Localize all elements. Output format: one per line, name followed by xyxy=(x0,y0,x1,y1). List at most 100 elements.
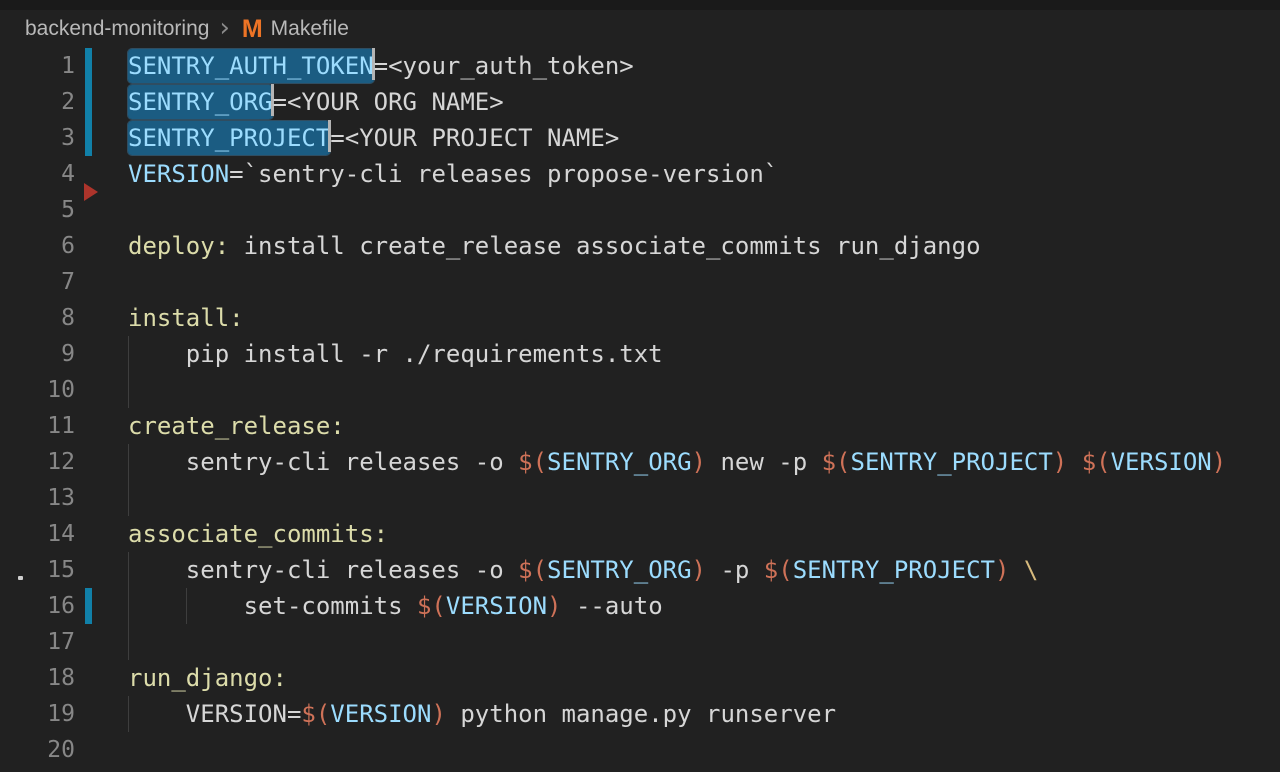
code-line[interactable]: 13 xyxy=(0,480,1280,516)
code-token: sentry-cli releases -o xyxy=(186,556,518,584)
code-token: SENTRY_PROJECT xyxy=(851,448,1053,476)
code-line[interactable]: 8 install: xyxy=(0,300,1280,336)
indent-guide xyxy=(128,336,129,372)
line-number[interactable]: 19 xyxy=(0,696,75,732)
code-line[interactable]: 11 create_release: xyxy=(0,408,1280,444)
code-token: python manage.py runserver xyxy=(446,700,836,728)
line-number[interactable]: 14 xyxy=(0,516,75,552)
code-token: create_release: xyxy=(128,412,345,440)
code-token xyxy=(1067,448,1081,476)
code-token: $( xyxy=(518,556,547,584)
code-text[interactable]: run_django: xyxy=(128,660,287,696)
line-number[interactable]: 5 xyxy=(0,192,75,228)
line-number[interactable]: 16 xyxy=(0,588,75,624)
indent-guide xyxy=(128,444,129,480)
code-token: SENTRY_PROJECT xyxy=(793,556,995,584)
code-text[interactable]: install: xyxy=(128,300,244,336)
line-number[interactable]: 3 xyxy=(0,120,75,156)
code-token: SENTRY_ORG xyxy=(547,556,692,584)
code-line[interactable]: 15 sentry-cli releases -o $(SENTRY_ORG) -… xyxy=(0,552,1280,588)
code-line[interactable]: 4 VERSION=`sentry-cli releases propose-ve… xyxy=(0,156,1280,192)
code-line[interactable]: 12 sentry-cli releases -o $(SENTRY_ORG) n… xyxy=(0,444,1280,480)
code-line[interactable]: 2 SENTRY_ORG=<YOUR ORG NAME> xyxy=(0,84,1280,120)
code-token: $( xyxy=(417,592,446,620)
code-token: ) xyxy=(431,700,445,728)
line-number[interactable]: 20 xyxy=(0,732,75,768)
code-line[interactable]: 1 SENTRY_AUTH_TOKEN=<your_auth_token> xyxy=(0,48,1280,84)
code-line[interactable]: 7 xyxy=(0,264,1280,300)
line-number[interactable]: 12 xyxy=(0,444,75,480)
code-token: deploy: xyxy=(128,232,229,260)
line-number[interactable]: 10 xyxy=(0,372,75,408)
breadcrumb: backend-monitoring › M Makefile xyxy=(0,10,1280,48)
code-text[interactable]: SENTRY_ORG=<YOUR ORG NAME> xyxy=(128,84,504,120)
code-token: install create_release associate_commits… xyxy=(229,232,980,260)
code-line[interactable]: 14 associate_commits: xyxy=(0,516,1280,552)
code-text[interactable]: SENTRY_PROJECT=<YOUR PROJECT NAME> xyxy=(128,120,619,156)
code-text[interactable]: associate_commits: xyxy=(128,516,388,552)
git-modified-gutter-bar[interactable] xyxy=(85,120,92,156)
indent-guide xyxy=(128,480,129,516)
code-token: ) xyxy=(995,556,1009,584)
vscode-editor-window: backend-monitoring › M Makefile 1 SENTRY_… xyxy=(0,0,1280,772)
code-line[interactable]: 5 xyxy=(0,192,1280,228)
line-number[interactable]: 13 xyxy=(0,480,75,516)
code-line[interactable]: 20 xyxy=(0,732,1280,768)
indent-guide xyxy=(128,696,129,732)
code-token: $( xyxy=(518,448,547,476)
code-token: ) xyxy=(692,448,706,476)
breadcrumb-file[interactable]: Makefile xyxy=(271,17,349,41)
code-token: $( xyxy=(822,448,851,476)
code-line[interactable]: 6 deploy: install create_release associat… xyxy=(0,228,1280,264)
code-editor[interactable]: 1 SENTRY_AUTH_TOKEN=<your_auth_token> 2 SEN… xyxy=(0,48,1280,768)
code-token: VERSION xyxy=(330,700,431,728)
code-token: VERSION xyxy=(128,160,229,188)
line-number[interactable]: 11 xyxy=(0,408,75,444)
code-line[interactable]: 10 xyxy=(0,372,1280,408)
code-text[interactable]: create_release: xyxy=(128,408,345,444)
code-line[interactable]: 9 pip install -r ./requirements.txt xyxy=(0,336,1280,372)
line-number[interactable]: 8 xyxy=(0,300,75,336)
git-modified-gutter-bar[interactable] xyxy=(85,84,92,120)
code-token: run_django: xyxy=(128,664,287,692)
code-line[interactable]: 19 VERSION=$(VERSION) python manage.py ru… xyxy=(0,696,1280,732)
git-deleted-lines-icon[interactable] xyxy=(84,183,98,201)
line-number[interactable]: 17 xyxy=(0,624,75,660)
line-number[interactable]: 2 xyxy=(0,84,75,120)
code-line[interactable]: 18 run_django: xyxy=(0,660,1280,696)
code-text[interactable]: sentry-cli releases -o $(SENTRY_ORG) new… xyxy=(186,444,1226,480)
code-text[interactable]: SENTRY_AUTH_TOKEN=<your_auth_token> xyxy=(128,48,634,84)
git-modified-gutter-bar[interactable] xyxy=(85,48,92,84)
line-number[interactable]: 18 xyxy=(0,660,75,696)
code-line[interactable]: 17 xyxy=(0,624,1280,660)
code-token: $( xyxy=(301,700,330,728)
selected-text: SENTRY_PROJECT xyxy=(128,121,330,155)
git-modified-gutter-bar[interactable] xyxy=(85,588,92,624)
code-token: ) xyxy=(547,592,561,620)
code-text[interactable]: VERSION=$(VERSION) python manage.py runs… xyxy=(186,696,836,732)
code-token xyxy=(1009,556,1023,584)
indent-guide xyxy=(128,372,129,408)
line-number[interactable]: 4 xyxy=(0,156,75,192)
code-token: ) xyxy=(1212,448,1226,476)
code-token: ) xyxy=(692,556,706,584)
selected-text: SENTRY_AUTH_TOKEN xyxy=(128,49,374,83)
chevron-right-icon: › xyxy=(219,18,229,38)
code-text[interactable]: VERSION=`sentry-cli releases propose-ver… xyxy=(128,156,778,192)
line-number[interactable]: 9 xyxy=(0,336,75,372)
line-number[interactable]: 1 xyxy=(0,48,75,84)
code-text[interactable]: pip install -r ./requirements.txt xyxy=(186,336,663,372)
code-token: $( xyxy=(764,556,793,584)
code-line[interactable]: 16 set-commits $(VERSION) --auto xyxy=(0,588,1280,624)
code-text[interactable]: sentry-cli releases -o $(SENTRY_ORG) -p … xyxy=(186,552,1039,588)
code-text[interactable]: set-commits $(VERSION) --auto xyxy=(244,588,663,624)
code-text[interactable]: deploy: install create_release associate… xyxy=(128,228,981,264)
code-line[interactable]: 3 SENTRY_PROJECT=<YOUR PROJECT NAME> xyxy=(0,120,1280,156)
line-number[interactable]: 15 xyxy=(0,552,75,588)
code-token: =<your_auth_token> xyxy=(374,52,634,80)
breadcrumb-folder[interactable]: backend-monitoring xyxy=(25,17,209,41)
indent-guide xyxy=(186,588,187,624)
line-number[interactable]: 7 xyxy=(0,264,75,300)
code-token: VERSION xyxy=(1111,448,1212,476)
line-number[interactable]: 6 xyxy=(0,228,75,264)
